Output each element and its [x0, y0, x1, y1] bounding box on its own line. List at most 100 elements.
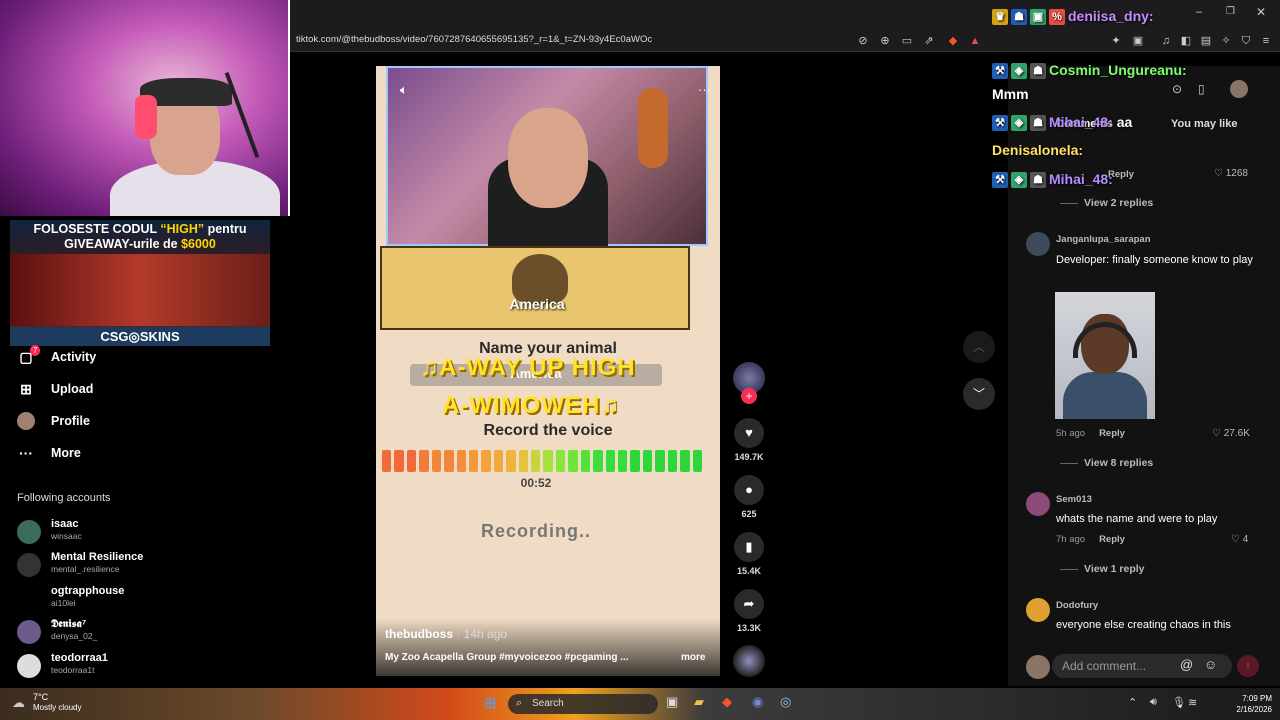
previous-video-button[interactable]: ︿: [963, 331, 995, 363]
wallet-icon[interactable]: ▣: [1130, 33, 1146, 49]
follow-plus-icon[interactable]: +: [741, 388, 757, 404]
comment-user[interactable]: Janganlupa_sarapan: [1056, 234, 1151, 245]
maximize-icon[interactable]: ❐: [1226, 6, 1235, 17]
volume-icon[interactable]: 🔈︎: [400, 82, 408, 98]
minimize-icon[interactable]: –: [1196, 6, 1202, 18]
sidebar-item-more[interactable]: ··· More: [17, 440, 81, 466]
following-account-ogtrapphouse[interactable]: ogtrapphouse ai10lei: [17, 585, 277, 615]
zoom-icon[interactable]: ⊕: [877, 33, 893, 49]
reply-link[interactable]: Reply: [1099, 428, 1125, 439]
mic-icon[interactable]: 🎙︎: [1172, 696, 1186, 709]
brave-shield-icon[interactable]: ◆: [945, 33, 961, 49]
music-disc-icon[interactable]: [733, 645, 765, 677]
account-handle: mental_.resilience: [51, 564, 120, 574]
heart-icon[interactable]: ♥: [734, 418, 764, 448]
address-bar[interactable]: tiktok.com/@thebudboss/video/76072876406…: [290, 30, 1280, 52]
share-icon[interactable]: ⇗: [921, 33, 937, 49]
share-action[interactable]: ➦ 13.3K: [733, 589, 765, 633]
comment-likes[interactable]: ♡ 4: [1231, 534, 1248, 545]
avatar[interactable]: [1026, 492, 1050, 516]
comment-icon[interactable]: ●: [734, 475, 764, 505]
brave-browser-icon[interactable]: ◆: [722, 694, 732, 710]
sidebar-item-upload[interactable]: ⊞ Upload: [17, 376, 93, 402]
wallet2-icon[interactable]: ▤: [1198, 33, 1214, 49]
screen-icon[interactable]: ▭: [899, 33, 915, 49]
avatar[interactable]: [1026, 598, 1050, 622]
view-replies-button[interactable]: View 2 replies: [1060, 197, 1153, 209]
weather-icon[interactable]: ☁: [12, 695, 25, 711]
save-action[interactable]: ▮ 15.4K: [733, 532, 765, 576]
file-explorer-icon[interactable]: ▰: [694, 694, 704, 710]
meter-segment: [568, 450, 578, 472]
media-icon[interactable]: ♫: [1158, 33, 1174, 49]
sidebar-item-activity[interactable]: ▢ Activity: [17, 344, 96, 370]
emoji-icon[interactable]: ☺: [1204, 657, 1217, 672]
like-count: 1268: [1225, 168, 1248, 179]
subscriber-badge-icon: ◈: [1011, 115, 1027, 132]
windows-start-icon[interactable]: ⊞: [484, 694, 497, 712]
more-options-icon[interactable]: ···: [698, 82, 711, 97]
chat-message: ⚒ ◈ ☗ Mihai_48: aa: [992, 114, 1132, 132]
taskbar-clock[interactable]: 7:09 PM 2/16/2026: [1202, 693, 1272, 715]
vpn-icon[interactable]: ⛉: [1238, 33, 1254, 49]
close-icon[interactable]: ✕: [1256, 5, 1266, 19]
following-account-mental-resilience[interactable]: Mental Resilience mental_.resilience: [17, 551, 277, 581]
discord-icon[interactable]: ◉: [752, 694, 763, 710]
meter-segment: [642, 450, 653, 472]
taskbar-search[interactable]: ⌕ Search: [508, 694, 658, 714]
wifi-icon[interactable]: ≋: [1188, 696, 1197, 709]
task-view-icon[interactable]: ▣: [666, 694, 678, 710]
upload-icon: ⊞: [20, 381, 32, 397]
like-count: 149.7K: [734, 452, 764, 462]
account-name: 𝕯𝖊𝖓𝖎𝖘𝖆⁷: [51, 618, 87, 630]
comment-user[interactable]: Sem013: [1056, 494, 1092, 505]
tray-chevron-icon[interactable]: ⌃: [1128, 696, 1137, 709]
ai-icon[interactable]: ✧: [1218, 33, 1234, 49]
avatar: [1026, 655, 1050, 679]
first-comment-likes[interactable]: ♡ 1268: [1214, 168, 1248, 179]
post-comment-button[interactable]: ↑: [1237, 655, 1259, 677]
no-tracking-icon[interactable]: ⊘: [855, 33, 871, 49]
user-avatar[interactable]: [1230, 80, 1248, 98]
following-account-teodorraa1[interactable]: teodorraa1 teodorraa1t: [17, 652, 277, 682]
extensions-icon[interactable]: ✦: [1108, 33, 1124, 49]
mention-icon[interactable]: @: [1180, 657, 1193, 672]
weather-description[interactable]: Mostly cloudy: [33, 703, 81, 712]
menu-icon[interactable]: ≡: [1258, 33, 1274, 49]
like-action[interactable]: ♥ 149.7K: [733, 418, 765, 462]
video-author[interactable]: thebudboss · 14h ago: [385, 627, 507, 641]
phone-icon[interactable]: ▯: [1198, 82, 1205, 96]
following-account-isaac[interactable]: isaac winsaac: [17, 518, 277, 548]
steam-icon[interactable]: ◎: [780, 694, 791, 710]
view-replies-button[interactable]: View 8 replies: [1060, 457, 1153, 469]
meter-segment: [543, 450, 553, 472]
comment-likes[interactable]: ♡ 27.6K: [1212, 428, 1250, 439]
next-video-button[interactable]: ﹀: [963, 378, 995, 410]
reply-link[interactable]: Reply: [1099, 534, 1125, 545]
bookmark-icon[interactable]: ▮: [734, 532, 764, 562]
weather-temperature[interactable]: 7°C: [33, 692, 48, 702]
video-player[interactable]: 🔈︎ ··· America Name your animal America …: [376, 66, 720, 676]
avatar[interactable]: [1026, 232, 1050, 256]
sidebar-icon[interactable]: ◧: [1178, 33, 1194, 49]
author-name[interactable]: thebudboss: [385, 627, 453, 641]
add-comment-placeholder: Add comment...: [1062, 659, 1147, 673]
voice-level-meter: [382, 450, 702, 472]
compass-icon[interactable]: ⊙: [1172, 82, 1182, 96]
share-arrow-icon[interactable]: ➦: [734, 589, 764, 619]
comment-time: 7h ago: [1056, 534, 1086, 545]
caption-more-link[interactable]: more: [681, 652, 705, 663]
url-text[interactable]: tiktok.com/@thebudboss/video/76072876406…: [296, 34, 652, 45]
following-account-denisa[interactable]: 𝕯𝖊𝖓𝖎𝖘𝖆⁷ denysa_02_: [17, 618, 277, 648]
rewards-icon[interactable]: ▲: [967, 33, 983, 49]
tab-you-may-like[interactable]: You may like: [1171, 118, 1237, 130]
comment-action[interactable]: ● 625: [733, 475, 765, 519]
video-caption: My Zoo Acapella Group #myvoicezoo #pcgam…: [385, 652, 629, 663]
comment-image[interactable]: [1055, 292, 1155, 419]
sidebar-item-profile[interactable]: Profile: [17, 408, 90, 434]
comment-user[interactable]: Dodofury: [1056, 600, 1098, 611]
view-replies-button[interactable]: View 1 reply: [1060, 563, 1145, 575]
speaker-icon[interactable]: 🔊︎: [1150, 696, 1157, 709]
search-label: Search: [532, 698, 564, 709]
add-comment-input[interactable]: Add comment... @ ☺: [1052, 654, 1232, 678]
